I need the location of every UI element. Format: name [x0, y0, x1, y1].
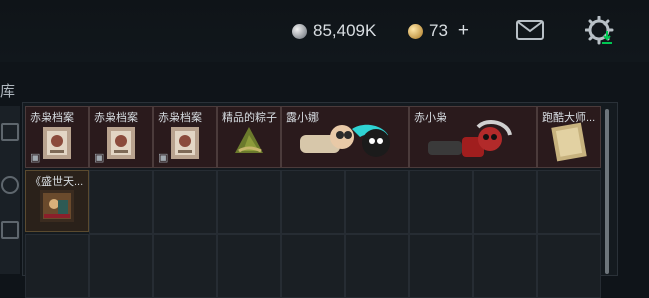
gear-icon[interactable] [585, 16, 615, 46]
gold-currency: 73 + [408, 20, 469, 42]
empty-slot[interactable] [409, 234, 473, 298]
tab-icon[interactable] [1, 123, 19, 141]
tab-icon[interactable] [1, 221, 19, 239]
inventory-item[interactable]: 《盛世天... [25, 170, 89, 232]
empty-slot[interactable] [217, 234, 281, 298]
gold-coin-icon [408, 23, 423, 39]
file-icon [171, 126, 199, 159]
lock-icon: ▣ [30, 152, 41, 164]
character-icon [428, 119, 512, 157]
empty-slot[interactable] [153, 170, 217, 234]
inventory-item[interactable]: 跑酷大师... [537, 106, 601, 168]
inventory-item[interactable]: 赤小枭 [409, 106, 537, 168]
file-icon [43, 126, 71, 159]
empty-slot[interactable] [345, 170, 409, 234]
empty-slot[interactable] [89, 234, 153, 298]
empty-slot[interactable] [217, 170, 281, 234]
empty-slot[interactable] [281, 170, 345, 234]
scroll-icon [551, 122, 587, 162]
gold-amount: 73 [429, 21, 448, 40]
top-bar: 85,409K 73 + [0, 0, 649, 62]
lock-icon: ▣ [158, 152, 169, 164]
inventory-item[interactable]: 赤枭档案 ▣ [89, 106, 153, 168]
empty-slot[interactable] [153, 234, 217, 298]
empty-slot[interactable] [281, 234, 345, 298]
character-icon [300, 124, 390, 157]
mail-icon[interactable] [516, 20, 544, 40]
empty-slot[interactable] [409, 170, 473, 234]
tab-icon[interactable] [1, 176, 19, 194]
painting-icon [40, 189, 74, 222]
empty-slot[interactable] [89, 170, 153, 234]
silver-currency: 85,409K [292, 20, 376, 42]
inventory-item[interactable]: 精品的粽子 [217, 106, 281, 168]
add-gold-button[interactable]: + [458, 20, 469, 42]
warehouse-label: 库 [0, 83, 16, 100]
scrollbar[interactable] [605, 109, 609, 274]
file-icon [107, 126, 135, 159]
lock-icon: ▣ [94, 152, 105, 164]
inventory-grid: 赤枭档案 ▣ 赤枭档案 ▣ 赤枭档案 ▣ 精品的粽子 露小娜 赤小枭 跑酷大师.… [22, 102, 618, 298]
left-tabs [0, 106, 20, 274]
silver-coin-icon [292, 23, 307, 39]
inventory-item[interactable]: 赤枭档案 ▣ [25, 106, 89, 168]
empty-slot[interactable] [537, 234, 601, 298]
inventory-item[interactable]: 露小娜 [281, 106, 409, 168]
empty-slot[interactable] [473, 170, 537, 234]
empty-slot[interactable] [25, 234, 89, 298]
inventory-item[interactable]: 赤枭档案 ▣ [153, 106, 217, 168]
empty-slot[interactable] [537, 170, 601, 234]
zongzi-icon [235, 126, 263, 153]
empty-slot[interactable] [473, 234, 537, 298]
empty-slot[interactable] [345, 234, 409, 298]
silver-amount: 85,409K [313, 21, 377, 40]
